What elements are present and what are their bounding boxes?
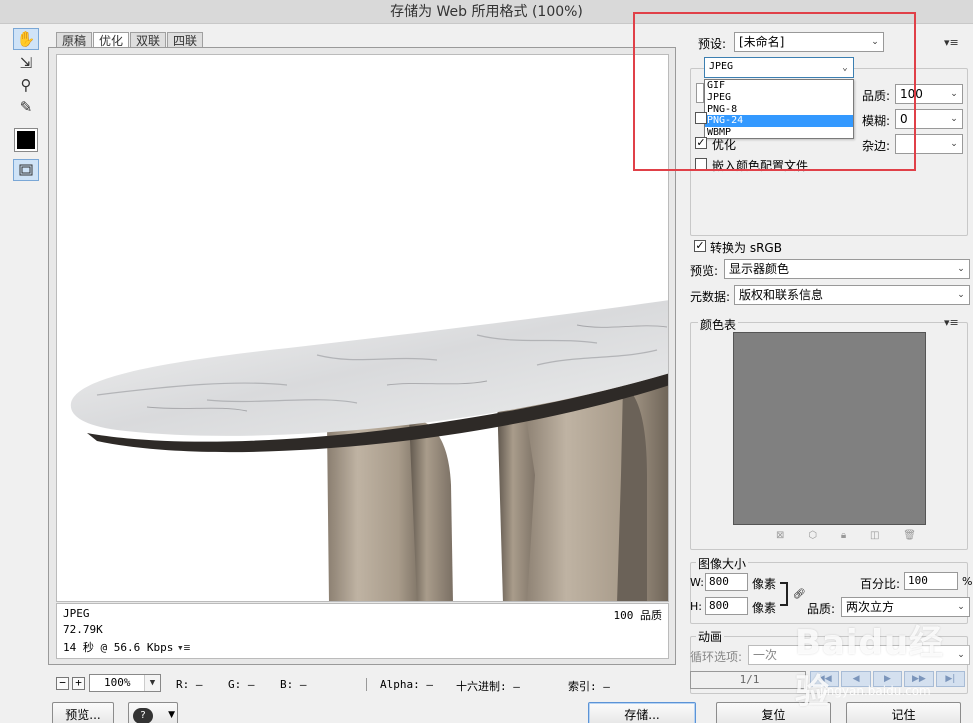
width-unit: 像素 <box>752 577 777 591</box>
toggle-slices-button[interactable] <box>13 159 39 181</box>
chevron-down-icon: ⌄ <box>957 290 965 300</box>
convert-srgb-label: 转换为 sRGB <box>710 241 782 255</box>
new-color-icon[interactable]: ◫ <box>870 530 879 542</box>
tab-original[interactable]: 原稿 <box>56 32 93 48</box>
height-unit: 像素 <box>752 601 777 615</box>
tab-4-up[interactable]: 四联 <box>167 32 204 48</box>
color-table-title: 颜色表 <box>698 316 739 333</box>
link-icon[interactable]: 🔗︎ <box>793 589 806 600</box>
chevron-down-icon: ⌄ <box>950 89 958 99</box>
preview-value: 显示器颜色 <box>729 262 790 276</box>
info-size: 72.79K <box>63 623 103 636</box>
loop-value: 一次 <box>753 648 778 662</box>
zoom-out-button[interactable]: − <box>56 677 69 690</box>
width-label: W: <box>690 576 704 589</box>
chevron-down-icon: ⌄ <box>957 264 965 274</box>
zoom-select[interactable]: 100% ▼ <box>89 674 161 692</box>
chevron-down-icon: ▼ <box>144 675 160 691</box>
info-format: JPEG <box>63 607 90 620</box>
constrain-bracket <box>780 582 788 606</box>
r-readout: R: — <box>176 678 203 691</box>
convert-srgb-checkbox[interactable]: ✓ <box>694 240 706 252</box>
preview-image[interactable] <box>56 54 669 602</box>
height-label: H: <box>690 600 702 613</box>
eyedropper-tool-button[interactable]: ✎ <box>13 96 39 118</box>
save-button[interactable]: 存储... <box>588 702 696 723</box>
zoom-value: 100% <box>104 676 131 689</box>
percent-label: 百分比: <box>860 577 901 591</box>
metadata-value: 版权和联系信息 <box>739 288 824 302</box>
web-snap-icon[interactable]: ⬡ <box>808 530 817 542</box>
image-size-title: 图像大小 <box>696 555 749 572</box>
zoom-in-button[interactable]: + <box>72 677 85 690</box>
chevron-down-icon: ▼ <box>168 710 175 720</box>
resample-quality-value: 两次立方 <box>846 600 895 614</box>
optimize-menu-icon[interactable]: ▾≡ <box>944 36 959 49</box>
zoom-tool-button[interactable]: ⚲ <box>13 74 39 96</box>
download-menu-icon[interactable]: ▾≡ <box>177 641 190 654</box>
annotation-highlight-box <box>633 12 916 171</box>
chevron-down-icon: ⌄ <box>957 602 965 612</box>
info-download-time: 14 秒 @ 56.6 Kbps <box>63 641 174 654</box>
tab-2-up[interactable]: 双联 <box>130 32 167 48</box>
magnifier-icon: ⚲ <box>20 76 32 94</box>
color-table-swatches[interactable] <box>733 332 926 525</box>
animation-title: 动画 <box>696 628 725 645</box>
image-info-panel: JPEG 72.79K 14 秒 @ 56.6 Kbps ▾≡ 100 品质 <box>56 603 669 659</box>
view-tabs: 原稿 优化 双联 四联 <box>56 32 204 48</box>
height-input[interactable]: 800 <box>705 597 748 615</box>
metadata-label: 元数据: <box>690 290 731 304</box>
map-transparent-icon[interactable]: ⊠ <box>776 530 784 542</box>
watermark-logo: Baidu经验 <box>795 623 945 712</box>
hand-tool-button[interactable]: ✋ <box>13 28 39 50</box>
trash-icon[interactable]: 🗑︎ <box>903 530 916 542</box>
color-table-toolbar: ⊠ ⬡ 🔒︎ ◫ 🗑︎ <box>776 530 916 542</box>
slice-select-icon: ⇲ <box>19 54 33 72</box>
preview-button[interactable]: 预览... <box>52 702 114 723</box>
metadata-select[interactable]: 版权和联系信息 ⌄ <box>734 285 970 305</box>
browser-icon: ? <box>133 707 153 723</box>
status-bar: − + 100% ▼ R: — G: — B: — Alpha: — 十六进制:… <box>48 670 676 696</box>
hex-readout: 十六进制: — <box>456 680 520 693</box>
g-readout: G: — <box>228 678 255 691</box>
eyedropper-icon: ✎ <box>19 98 33 116</box>
slices-icon <box>19 164 33 176</box>
chevron-down-icon: ⌄ <box>950 139 958 149</box>
frame-counter: 1/1 <box>690 671 806 689</box>
loop-label: 循环选项: <box>690 650 743 664</box>
browser-preview-button[interactable]: ? ▼ <box>128 702 178 723</box>
slice-select-tool-button[interactable]: ⇲ <box>13 52 39 74</box>
alpha-readout: Alpha: — <box>366 678 433 691</box>
info-quality: 100 品质 <box>613 609 663 622</box>
lock-icon[interactable]: 🔒︎ <box>841 530 846 542</box>
percent-unit: % <box>962 575 973 588</box>
preview-select[interactable]: 显示器颜色 ⌄ <box>724 259 970 279</box>
table-photo <box>70 300 668 601</box>
chevron-down-icon: ⌄ <box>950 114 958 124</box>
preview-label: 预览: <box>690 264 719 278</box>
toolbox: ✋ ⇲ ⚲ ✎ <box>10 28 44 188</box>
watermark-url: jingyan.baidu.com <box>820 684 931 698</box>
eyedropper-color-swatch[interactable] <box>14 128 38 152</box>
color-table-menu-icon[interactable]: ▾≡ <box>944 316 959 329</box>
resample-quality-select[interactable]: 两次立方 ⌄ <box>841 597 970 617</box>
width-input[interactable]: 800 <box>705 573 748 591</box>
b-readout: B: — <box>280 678 307 691</box>
hand-icon: ✋ <box>16 30 36 48</box>
tab-optimized[interactable]: 优化 <box>93 32 130 48</box>
index-readout: 索引: — <box>568 680 610 693</box>
percent-input[interactable]: 100 <box>904 572 958 590</box>
